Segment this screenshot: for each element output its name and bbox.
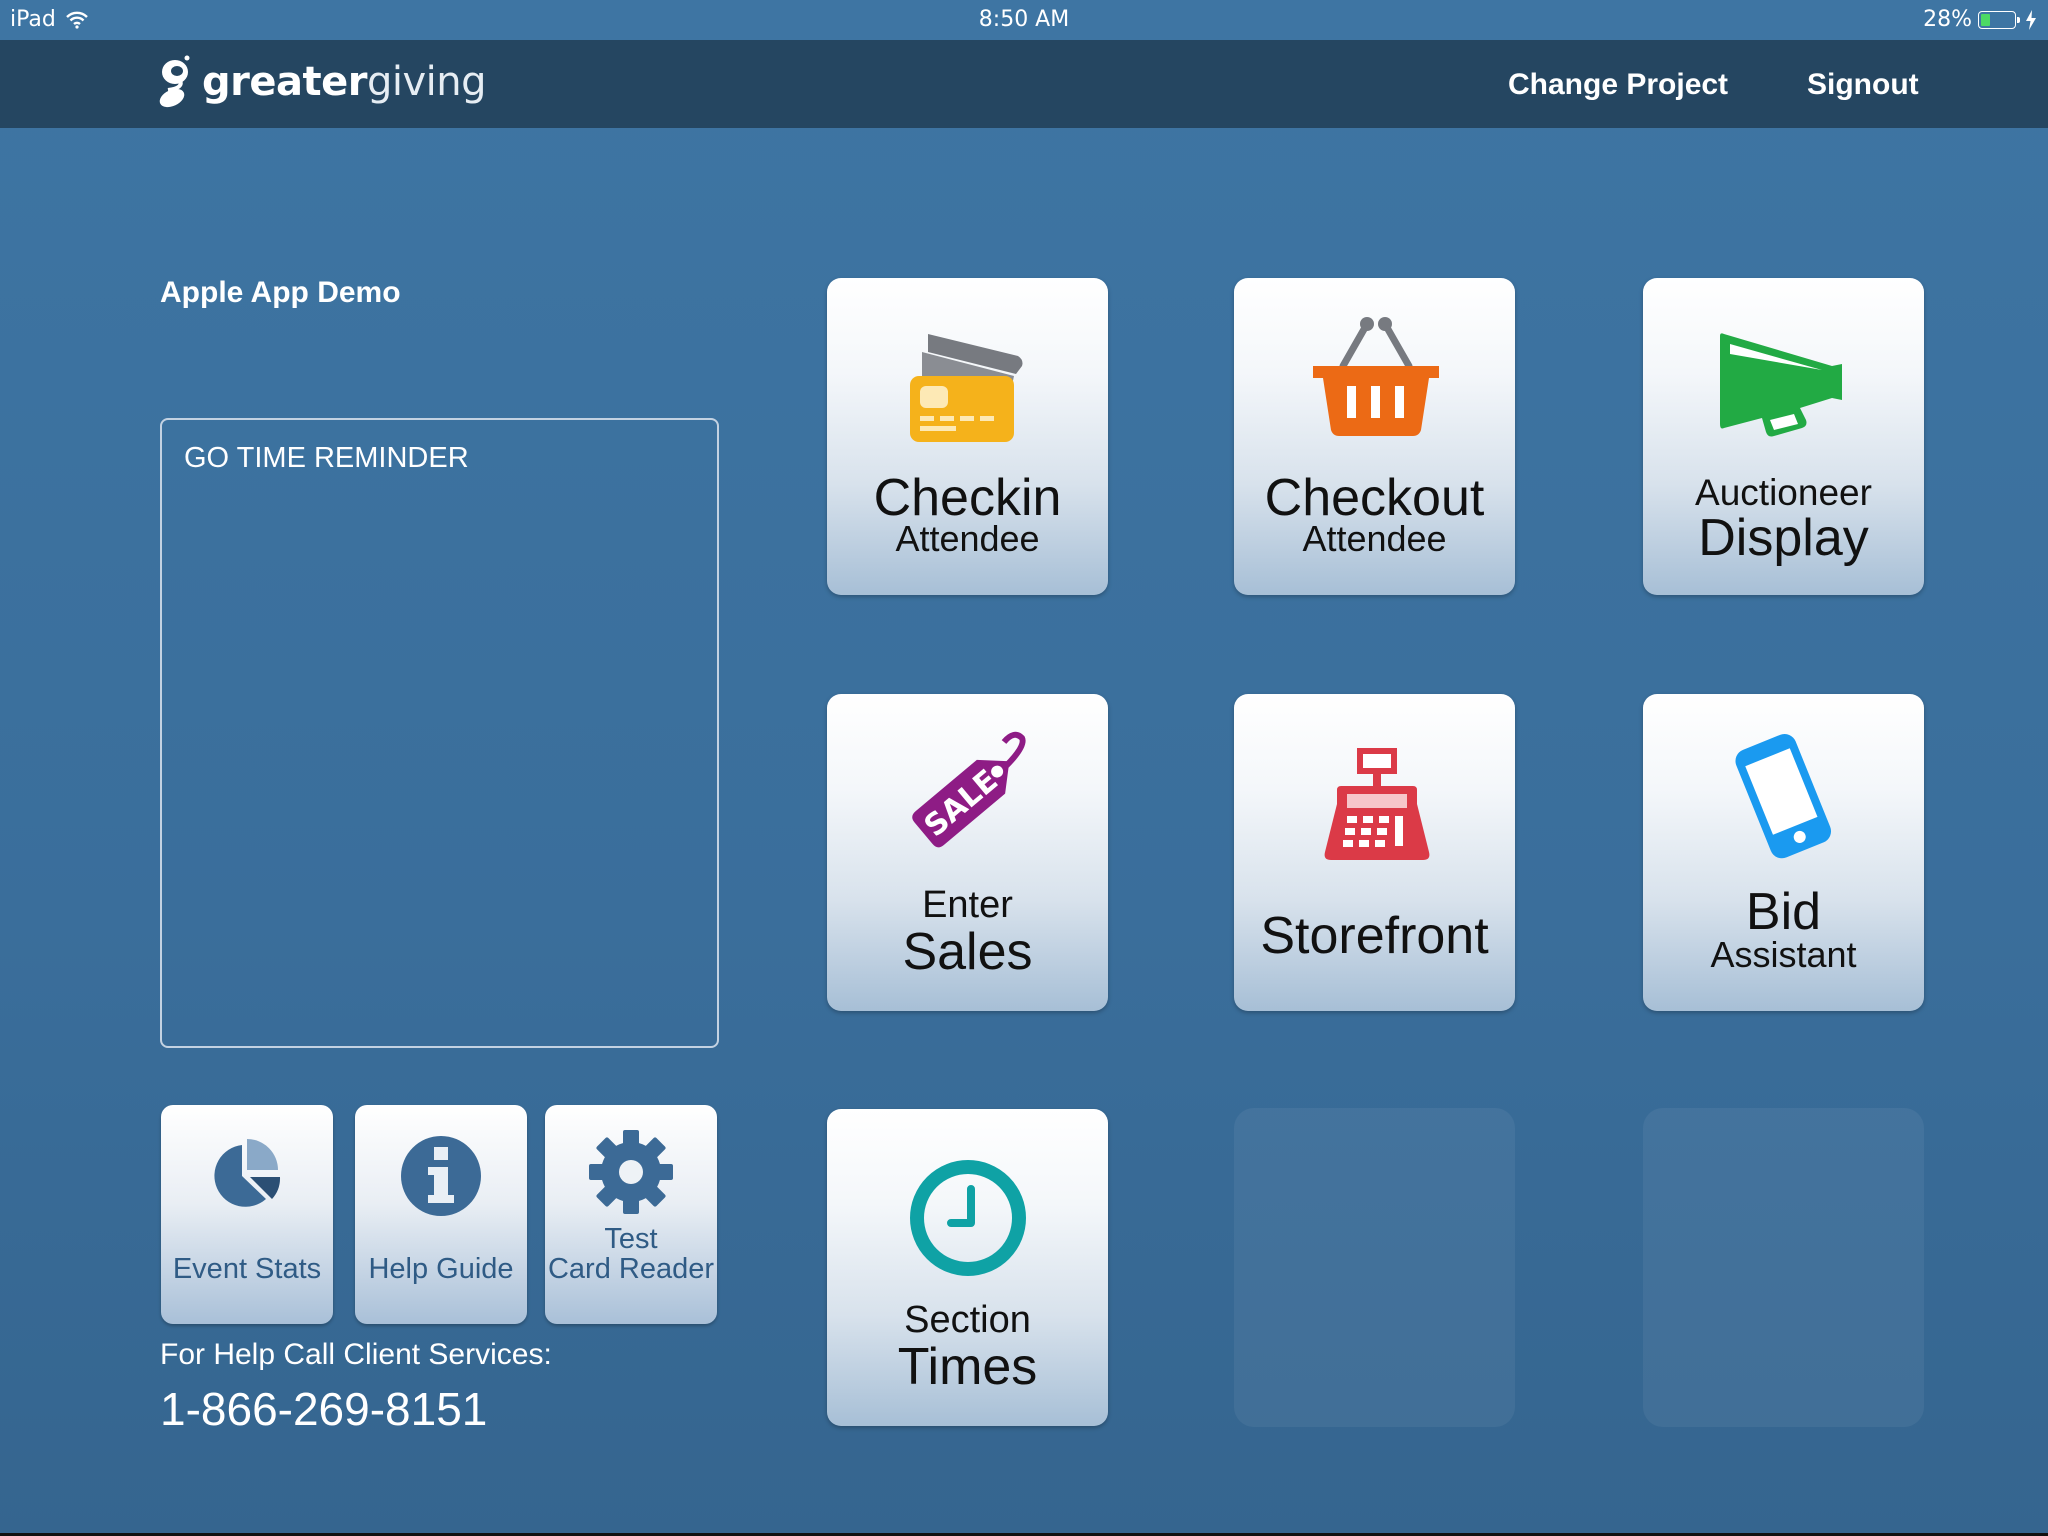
cash-register-icon	[1324, 748, 1429, 860]
battery-icon	[1978, 10, 2020, 29]
change-project-button[interactable]: Change Project	[1508, 68, 1728, 102]
test-label: Test	[604, 1223, 658, 1255]
tile-label-primary: Storefront	[1260, 907, 1489, 965]
bolt-icon	[2026, 9, 2036, 30]
bid-assistant-tile[interactable]: Bid Assistant	[1643, 694, 1924, 1011]
signout-button[interactable]: Signout	[1807, 68, 1919, 102]
section-times-tile[interactable]: Section Times	[827, 1109, 1108, 1426]
event-stats-button[interactable]: Event Stats	[161, 1105, 333, 1324]
card-reader-label: Card Reader	[547, 1253, 715, 1285]
smartphone-icon	[1734, 734, 1831, 859]
tile-label-primary: Section	[904, 1299, 1031, 1341]
help-phone-number[interactable]: 1-866-269-8151	[160, 1382, 487, 1436]
event-stats-label: Event Stats	[172, 1253, 322, 1285]
greatergiving-logo: greater giving	[158, 54, 487, 110]
sale-tag-icon: SALE	[911, 731, 1026, 848]
battery-percent: 28%	[1923, 7, 1972, 32]
tile-label-secondary: Attendee	[1302, 518, 1447, 559]
info-icon	[401, 1136, 481, 1216]
tile-label-primary: Enter	[922, 884, 1013, 926]
battery-level	[1981, 13, 1990, 26]
tile-label-secondary: Attendee	[895, 518, 1040, 559]
tile-label-secondary: Sales	[902, 923, 1033, 981]
help-guide-label: Help Guide	[368, 1253, 514, 1285]
gear-icon	[589, 1130, 673, 1214]
test-card-reader-button[interactable]: Test Card Reader	[545, 1105, 717, 1324]
help-guide-button[interactable]: Help Guide	[355, 1105, 527, 1324]
checkout-attendee-tile[interactable]: Checkout Attendee	[1234, 278, 1515, 595]
checkin-attendee-tile[interactable]: Checkin Attendee	[827, 278, 1108, 595]
empty-tile-slot	[1234, 1108, 1515, 1427]
empty-tile-slot	[1643, 1108, 1924, 1427]
tile-label-secondary: Times	[897, 1338, 1038, 1396]
logo-text-bold: greater	[202, 59, 367, 105]
storefront-tile[interactable]: Storefront	[1234, 694, 1515, 1011]
top-navbar: greater giving Change Project Signout	[0, 40, 2048, 128]
enter-sales-tile[interactable]: SALE Enter Sales	[827, 694, 1108, 1011]
tile-label-secondary: Display	[1698, 509, 1869, 567]
megaphone-icon	[1719, 333, 1842, 437]
tile-label-secondary: Assistant	[1710, 934, 1857, 975]
basket-icon	[1312, 317, 1439, 436]
clock-icon	[909, 1160, 1026, 1276]
pie-chart-icon	[214, 1139, 281, 1207]
logo-text-light: giving	[366, 59, 487, 105]
credit-card-icon	[909, 334, 1022, 442]
status-time: 8:50 AM	[978, 7, 1070, 32]
project-title: Apple App Demo	[160, 276, 401, 309]
tile-label-primary: Bid	[1745, 883, 1822, 941]
go-time-reminder-panel: GO TIME REMINDER	[160, 418, 719, 1048]
status-bar: iPad 8:50 AM 28%	[0, 0, 2048, 40]
auctioneer-display-tile[interactable]: Auctioneer Display	[1643, 278, 1924, 595]
logo-mark-icon	[159, 55, 190, 108]
reminder-title: GO TIME REMINDER	[184, 442, 469, 474]
status-right: 28%	[1923, 7, 2036, 32]
help-call-text: For Help Call Client Services:	[160, 1338, 552, 1371]
